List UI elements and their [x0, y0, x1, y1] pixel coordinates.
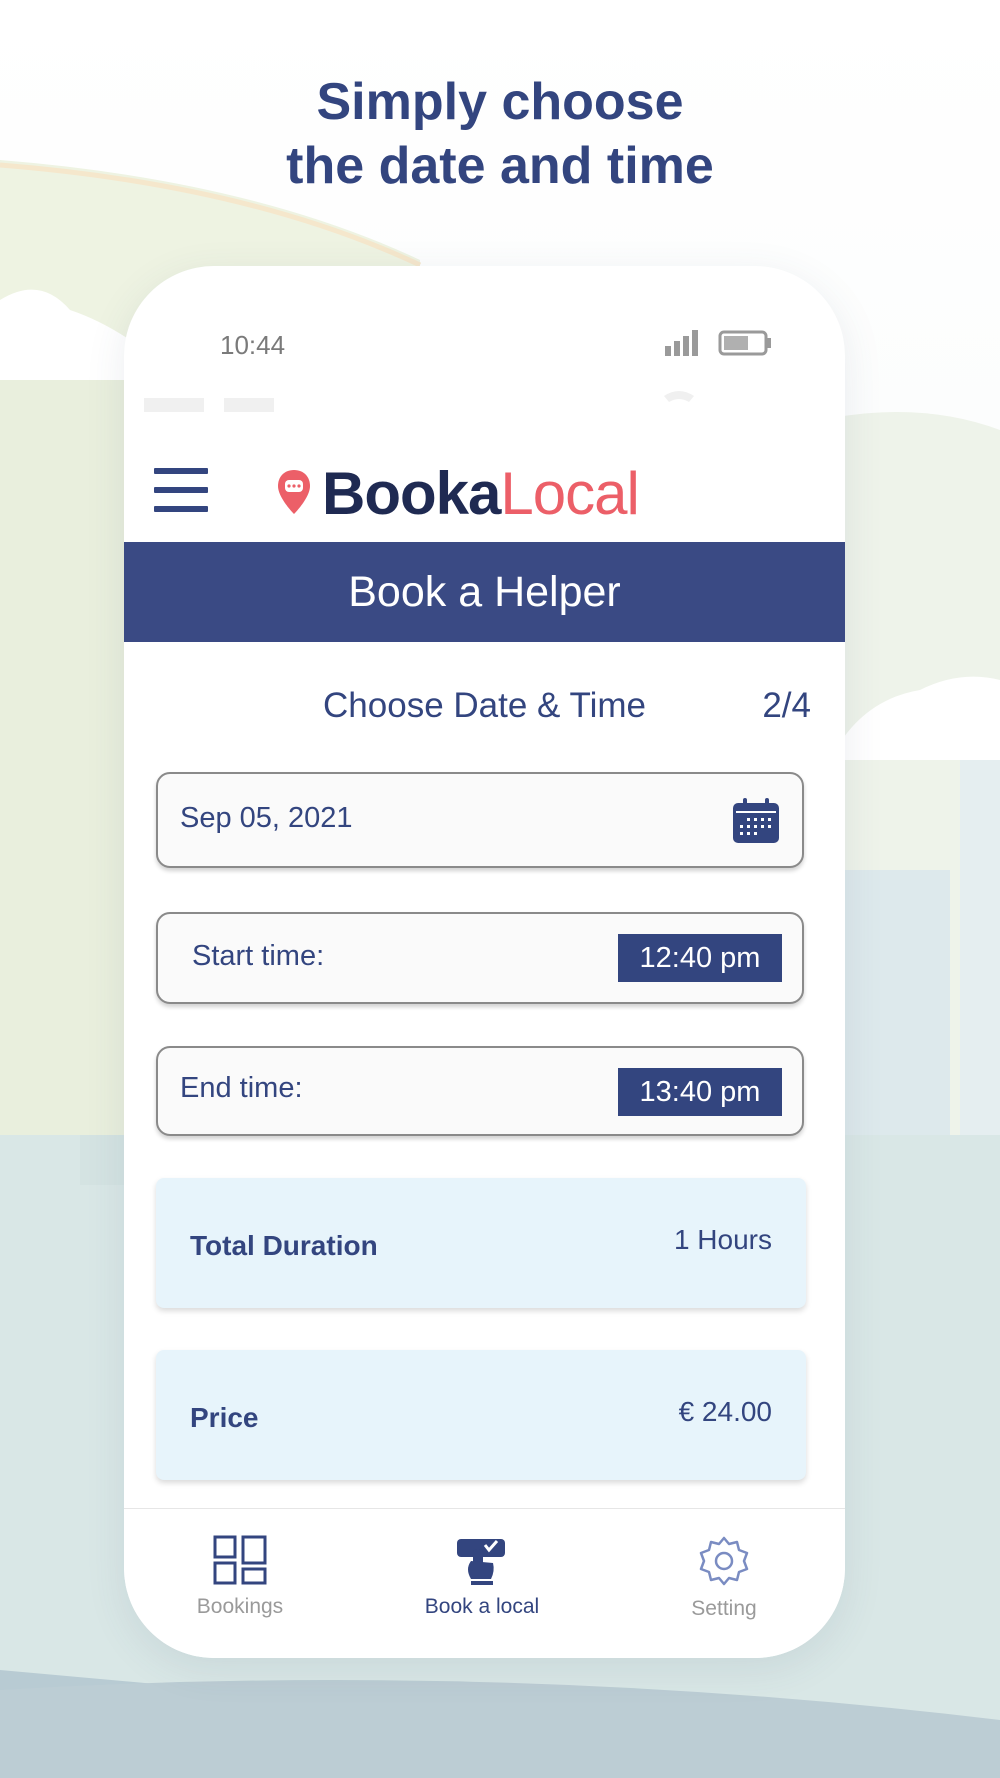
logo-text-booka: Booka [322, 459, 501, 527]
status-time: 10:44 [220, 330, 286, 360]
nav-bookings[interactable]: Bookings [140, 1535, 340, 1619]
headline-line-2: the date and time [286, 137, 714, 195]
headline-line-1: Simply choose [316, 73, 684, 131]
price-label: Price [190, 1402, 259, 1433]
duration-label: Total Duration [190, 1230, 378, 1261]
start-time-field[interactable]: Start time: 12:40 pm [156, 912, 804, 1004]
price-card: Price € 24.00 [156, 1350, 806, 1480]
location-pin-icon [278, 470, 310, 514]
nav-setting-label: Setting [691, 1597, 757, 1620]
step-title: Choose Date & Time [323, 686, 646, 725]
price-value: € 24.00 [678, 1396, 772, 1427]
logo-text-local: Local [500, 459, 639, 527]
end-time-field[interactable]: End time: 13:40 pm [156, 1046, 804, 1136]
duration-value: 1 Hours [673, 1224, 772, 1255]
bottom-nav: Bookings Book a local Setting [124, 1508, 845, 1658]
status-icons [665, 328, 775, 363]
step-counter: 2/4 [762, 686, 811, 725]
date-field[interactable]: Sep 05, 2021 [156, 772, 804, 868]
app-header: Booka Local [124, 426, 845, 536]
hand-tap-icon [457, 1539, 505, 1585]
logo: Booka Local [276, 448, 640, 538]
end-time-label: End time: [180, 1072, 303, 1104]
nav-book-a-local-label: Book a local [424, 1595, 540, 1618]
page-title: Book a Helper [124, 542, 845, 642]
headline: Simply choose the date and time [0, 70, 1000, 198]
start-time-value[interactable]: 12:40 pm [618, 934, 782, 982]
start-time-label: Start time: [192, 940, 325, 972]
gear-icon [699, 1536, 749, 1586]
signal-battery-icon [665, 330, 771, 356]
duration-card: Total Duration 1 Hours [156, 1178, 806, 1308]
faint-status-icons [144, 391, 694, 412]
hamburger-menu-icon[interactable] [154, 468, 208, 512]
date-value: Sep 05, 2021 [180, 802, 353, 834]
grid-icon [213, 1535, 267, 1585]
end-time-value[interactable]: 13:40 pm [618, 1068, 782, 1116]
nav-book-a-local[interactable]: Book a local [382, 1535, 582, 1619]
nav-bookings-label: Bookings [196, 1595, 284, 1618]
nav-setting[interactable]: Setting [624, 1535, 824, 1621]
phone-frame: 10:44 Booka Local Book a Helper Choose D… [124, 266, 845, 1658]
calendar-icon[interactable] [732, 798, 780, 844]
